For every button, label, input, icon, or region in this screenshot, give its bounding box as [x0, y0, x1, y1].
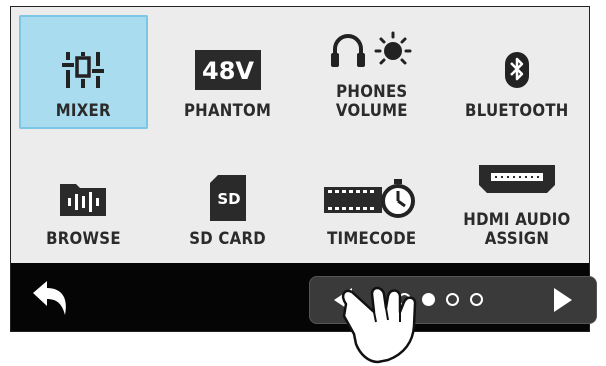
mixer-icon	[61, 44, 105, 96]
next-page-button[interactable]	[548, 285, 578, 315]
tile-phones-volume[interactable]: PHONES VOLUME	[300, 7, 445, 135]
bluetooth-icon	[502, 44, 532, 96]
back-button[interactable]	[29, 277, 73, 317]
tile-bluetooth[interactable]: BLUETOOTH	[445, 7, 590, 135]
tile-label: PHANTOM	[184, 101, 272, 121]
tile-label: BROWSE	[45, 229, 121, 249]
phantom-48v-icon: 48V	[194, 44, 261, 96]
sd-card-icon: SD	[208, 172, 248, 224]
page-dot-2[interactable]	[422, 293, 435, 306]
page-dot-4[interactable]	[470, 293, 483, 306]
device-screen: MIXER 48V PHANTOM PHONES VOLUME BLUETOOT…	[10, 6, 597, 332]
tile-phantom[interactable]: 48V PHANTOM	[156, 7, 301, 135]
tile-mixer[interactable]: MIXER	[19, 15, 148, 129]
page-navigator	[309, 276, 597, 324]
prev-page-button[interactable]	[328, 285, 358, 315]
back-arrow-icon	[33, 281, 66, 315]
menu-grid: MIXER 48V PHANTOM PHONES VOLUME BLUETOOT…	[11, 7, 589, 263]
triangle-right-icon	[554, 288, 572, 312]
triangle-left-icon	[334, 288, 352, 312]
tile-browse[interactable]: BROWSE	[11, 135, 156, 263]
tile-sd-card[interactable]: SD SD CARD	[156, 135, 301, 263]
hdmi-icon	[477, 153, 557, 205]
tile-label: MIXER	[55, 101, 111, 121]
phantom-badge-text: 48V	[202, 57, 254, 85]
page-dot-3[interactable]	[446, 293, 459, 306]
tile-hdmi-audio-assign[interactable]: HDMI AUDIO ASSIGN	[445, 135, 590, 263]
tile-label: PHONES VOLUME	[336, 82, 409, 121]
tile-label: SD CARD	[189, 229, 267, 249]
tile-label: BLUETOOTH	[464, 101, 569, 121]
bottom-bar	[11, 263, 597, 331]
folder-waveform-icon	[58, 172, 108, 224]
page-dot-1[interactable]	[398, 293, 411, 306]
tile-label: HDMI AUDIO ASSIGN	[463, 210, 571, 249]
sd-badge-text: SD	[217, 190, 240, 208]
headphones-volume-icon	[327, 25, 417, 77]
tile-timecode[interactable]: TIMECODE	[300, 135, 445, 263]
tile-label: TIMECODE	[327, 229, 417, 249]
timecode-icon	[322, 172, 422, 224]
